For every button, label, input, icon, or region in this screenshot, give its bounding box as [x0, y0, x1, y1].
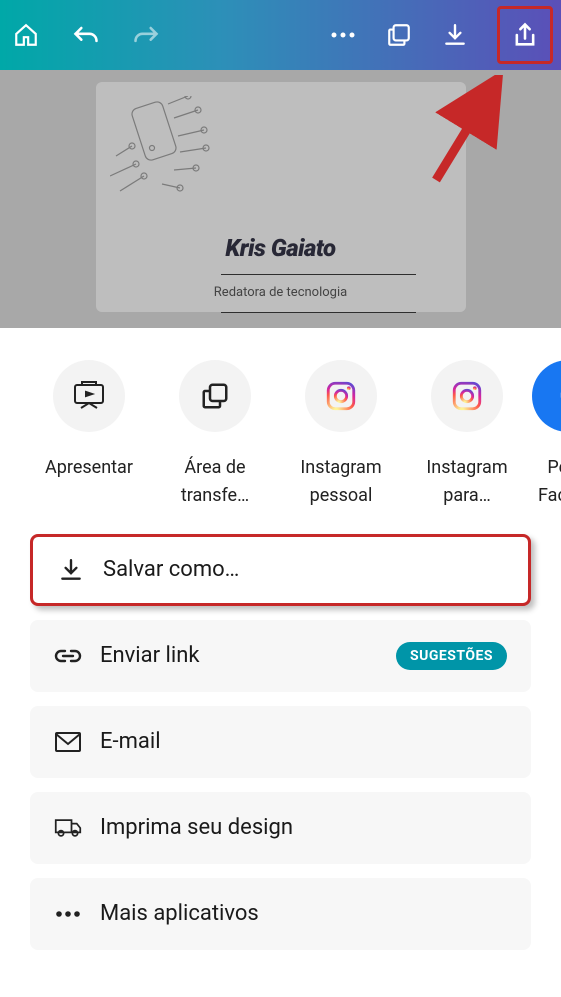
option-label: Enviar link: [100, 643, 200, 668]
options-list: Salvar como… Enviar link SUGESTÕES E-mai…: [0, 510, 561, 950]
email-icon: [54, 728, 82, 756]
download-icon[interactable]: [441, 21, 469, 49]
share-label: Apresentar: [45, 454, 133, 482]
share-target-clipboard[interactable]: Área de transfe…: [154, 360, 276, 510]
share-label: Perfil Facebook: [538, 454, 561, 510]
link-icon: [54, 642, 82, 670]
share-target-present[interactable]: Apresentar: [28, 360, 150, 510]
option-label: Imprima seu design: [100, 815, 293, 840]
card-name: Kris Gaiato: [96, 234, 466, 262]
more-icon: [54, 900, 82, 928]
option-email[interactable]: E-mail: [30, 706, 531, 778]
share-button-highlight: [497, 6, 553, 64]
share-target-facebook[interactable]: Perfil Facebook: [532, 360, 561, 510]
instagram-icon: [324, 379, 358, 413]
canvas-area: Kris Gaiato Redatora de tecnologia: [0, 70, 561, 328]
undo-icon[interactable]: [72, 21, 100, 49]
share-icon[interactable]: [511, 21, 539, 49]
business-card[interactable]: Kris Gaiato Redatora de tecnologia: [96, 82, 466, 312]
option-label: E-mail: [100, 729, 161, 754]
share-target-instagram-personal[interactable]: Instagram pessoal: [280, 360, 402, 510]
card-divider: [221, 312, 416, 313]
present-icon: [72, 381, 106, 411]
facebook-icon: [532, 360, 561, 432]
card-subtitle: Redatora de tecnologia: [96, 285, 466, 300]
option-label: Salvar como…: [103, 557, 239, 582]
more-icon[interactable]: [329, 21, 357, 49]
option-send-link[interactable]: Enviar link SUGESTÕES: [30, 620, 531, 692]
share-sheet: Apresentar Área de transfe…: [0, 328, 561, 950]
top-toolbar: [0, 0, 561, 70]
option-save-as[interactable]: Salvar como…: [30, 534, 531, 606]
pages-icon[interactable]: [385, 21, 413, 49]
download-icon: [57, 556, 85, 584]
card-divider: [221, 274, 416, 275]
clipboard-icon: [200, 381, 230, 411]
truck-icon: [54, 814, 82, 842]
share-label: Área de transfe…: [160, 454, 270, 510]
option-more-apps[interactable]: Mais aplicativos: [30, 878, 531, 950]
share-target-instagram-business[interactable]: Instagram para…: [406, 360, 528, 510]
home-icon[interactable]: [12, 21, 40, 49]
share-label: Instagram para…: [412, 454, 522, 510]
instagram-icon: [450, 379, 484, 413]
option-label: Mais aplicativos: [100, 901, 259, 926]
suggestions-badge: SUGESTÕES: [396, 642, 507, 670]
share-targets-row: Apresentar Área de transfe…: [0, 360, 561, 510]
circuit-decoration: [110, 96, 230, 216]
redo-icon[interactable]: [132, 21, 160, 49]
share-label: Instagram pessoal: [286, 454, 396, 510]
option-print[interactable]: Imprima seu design: [30, 792, 531, 864]
